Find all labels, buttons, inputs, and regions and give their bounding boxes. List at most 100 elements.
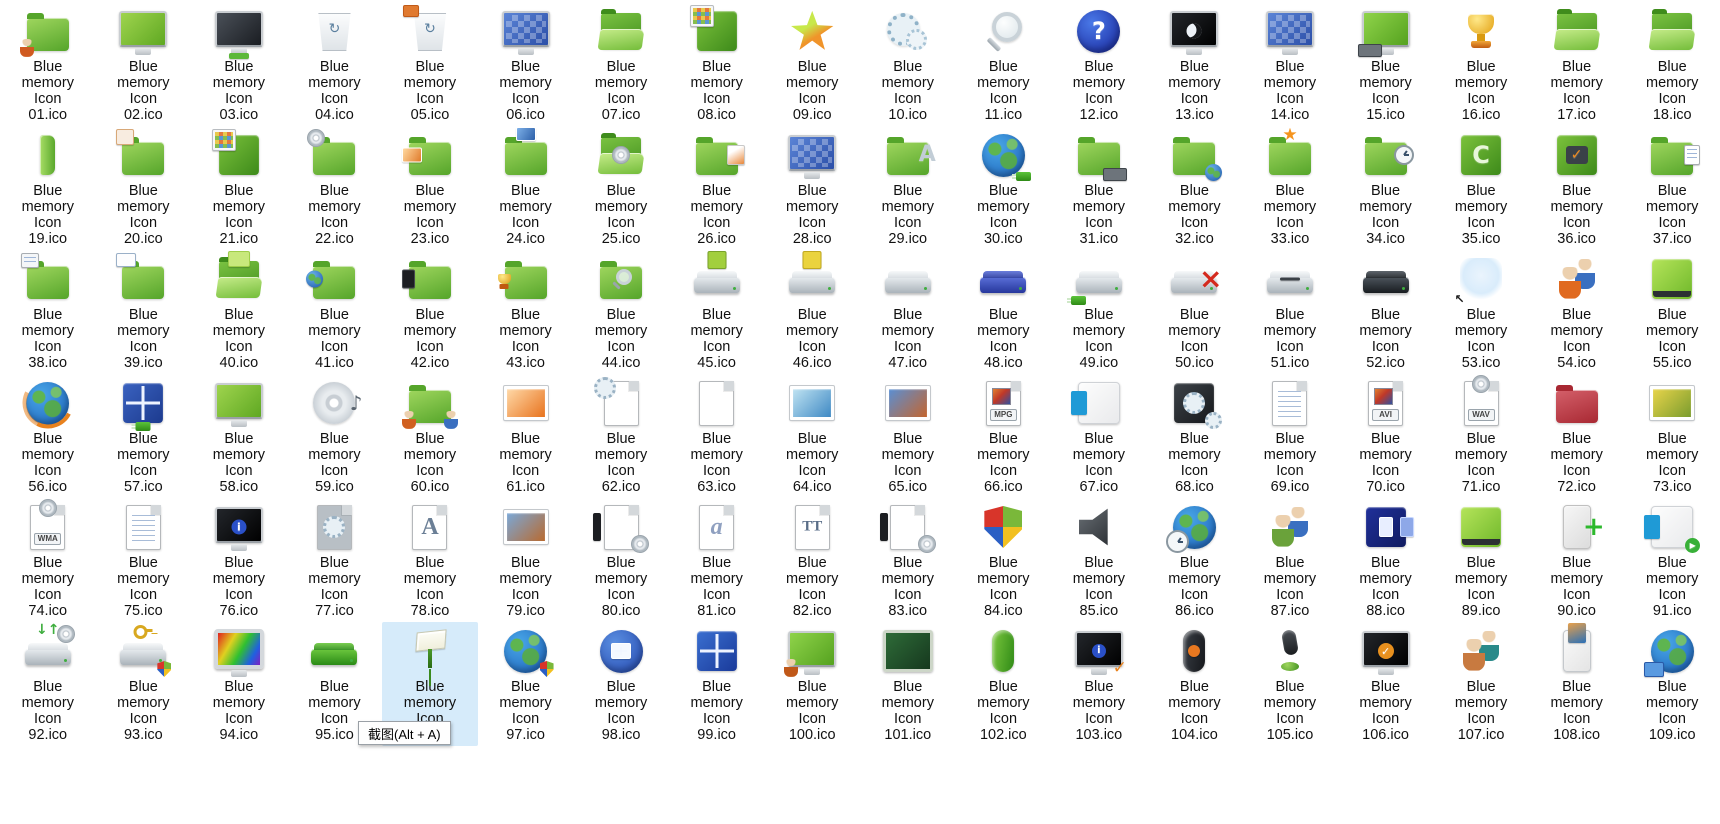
file-icon-09[interactable]: BluememoryIcon09.ico bbox=[764, 2, 860, 126]
file-icon-71[interactable]: WAVBluememoryIcon71.ico bbox=[1433, 374, 1529, 498]
file-icon-02[interactable]: BluememoryIcon02.ico bbox=[96, 2, 192, 126]
file-icon-88[interactable]: BluememoryIcon88.ico bbox=[1338, 498, 1434, 622]
file-icon-85[interactable]: BluememoryIcon85.ico bbox=[1051, 498, 1147, 622]
file-icon-60[interactable]: BluememoryIcon60.ico bbox=[382, 374, 478, 498]
file-icon-06[interactable]: BluememoryIcon06.ico bbox=[478, 2, 574, 126]
file-icon-10[interactable]: BluememoryIcon10.ico bbox=[860, 2, 956, 126]
file-icon-16[interactable]: BluememoryIcon16.ico bbox=[1433, 2, 1529, 126]
file-icon-99[interactable]: BluememoryIcon99.ico bbox=[669, 622, 765, 746]
file-icon-75[interactable]: BluememoryIcon75.ico bbox=[96, 498, 192, 622]
file-icon-62[interactable]: BluememoryIcon62.ico bbox=[573, 374, 669, 498]
file-icon-35[interactable]: CBluememoryIcon35.ico bbox=[1433, 126, 1529, 250]
file-icon-89[interactable]: BluememoryIcon89.ico bbox=[1433, 498, 1529, 622]
file-icon-04[interactable]: BluememoryIcon04.ico bbox=[287, 2, 383, 126]
file-icon-28[interactable]: BluememoryIcon28.ico bbox=[764, 126, 860, 250]
file-icon-94[interactable]: BluememoryIcon94.ico bbox=[191, 622, 287, 746]
file-icon-53[interactable]: ↖BluememoryIcon53.ico bbox=[1433, 250, 1529, 374]
file-icon-100[interactable]: BluememoryIcon100.ico bbox=[764, 622, 860, 746]
file-icon-98[interactable]: BluememoryIcon98.ico bbox=[573, 622, 669, 746]
file-icon-56[interactable]: BluememoryIcon56.ico bbox=[0, 374, 96, 498]
file-icon-21[interactable]: BluememoryIcon21.ico bbox=[191, 126, 287, 250]
file-icon-43[interactable]: BluememoryIcon43.ico bbox=[478, 250, 574, 374]
file-icon-18[interactable]: BluememoryIcon18.ico bbox=[1624, 2, 1720, 126]
file-icon-30[interactable]: BluememoryIcon30.ico bbox=[956, 126, 1052, 250]
file-icon-39[interactable]: BluememoryIcon39.ico bbox=[96, 250, 192, 374]
file-icon-44[interactable]: BluememoryIcon44.ico bbox=[573, 250, 669, 374]
file-icon-76[interactable]: iBluememoryIcon76.ico bbox=[191, 498, 287, 622]
file-icon-15[interactable]: BluememoryIcon15.ico bbox=[1338, 2, 1434, 126]
file-icon-105[interactable]: BluememoryIcon105.ico bbox=[1242, 622, 1338, 746]
file-icon-51[interactable]: BluememoryIcon51.ico bbox=[1242, 250, 1338, 374]
file-icon-41[interactable]: BluememoryIcon41.ico bbox=[287, 250, 383, 374]
file-icon-69[interactable]: BluememoryIcon69.ico bbox=[1242, 374, 1338, 498]
file-icon-11[interactable]: BluememoryIcon11.ico bbox=[956, 2, 1052, 126]
file-icon-57[interactable]: BluememoryIcon57.ico bbox=[96, 374, 192, 498]
file-icon-47[interactable]: BluememoryIcon47.ico bbox=[860, 250, 956, 374]
file-icon-64[interactable]: BluememoryIcon64.ico bbox=[764, 374, 860, 498]
file-icon-01[interactable]: BluememoryIcon01.ico bbox=[0, 2, 96, 126]
file-icon-22[interactable]: BluememoryIcon22.ico bbox=[287, 126, 383, 250]
file-icon-32[interactable]: BluememoryIcon32.ico bbox=[1147, 126, 1243, 250]
file-icon-36[interactable]: ✓BluememoryIcon36.ico bbox=[1529, 126, 1625, 250]
file-icon-72[interactable]: BluememoryIcon72.ico bbox=[1529, 374, 1625, 498]
file-icon-34[interactable]: BluememoryIcon34.ico bbox=[1338, 126, 1434, 250]
file-icon-77[interactable]: BluememoryIcon77.ico bbox=[287, 498, 383, 622]
file-icon-83[interactable]: BluememoryIcon83.ico bbox=[860, 498, 956, 622]
file-icon-91[interactable]: ▶BluememoryIcon91.ico bbox=[1624, 498, 1720, 622]
file-icon-58[interactable]: BluememoryIcon58.ico bbox=[191, 374, 287, 498]
file-icon-66[interactable]: MPGBluememoryIcon66.ico bbox=[956, 374, 1052, 498]
file-icon-26[interactable]: BluememoryIcon26.ico bbox=[669, 126, 765, 250]
file-icon-23[interactable]: BluememoryIcon23.ico bbox=[382, 126, 478, 250]
file-icon-29[interactable]: ABluememoryIcon29.ico bbox=[860, 126, 956, 250]
file-icon-38[interactable]: BluememoryIcon38.ico bbox=[0, 250, 96, 374]
file-icon-48[interactable]: BluememoryIcon48.ico bbox=[956, 250, 1052, 374]
file-icon-14[interactable]: BluememoryIcon14.ico bbox=[1242, 2, 1338, 126]
file-icon-61[interactable]: BluememoryIcon61.ico bbox=[478, 374, 574, 498]
file-icon-106[interactable]: ✓BluememoryIcon106.ico bbox=[1338, 622, 1434, 746]
file-icon-52[interactable]: BluememoryIcon52.ico bbox=[1338, 250, 1434, 374]
file-icon-05[interactable]: BluememoryIcon05.ico bbox=[382, 2, 478, 126]
file-icon-80[interactable]: BluememoryIcon80.ico bbox=[573, 498, 669, 622]
file-icon-82[interactable]: TTBluememoryIcon82.ico bbox=[764, 498, 860, 622]
file-icon-79[interactable]: BluememoryIcon79.ico bbox=[478, 498, 574, 622]
file-icon-20[interactable]: BluememoryIcon20.ico bbox=[96, 126, 192, 250]
file-icon-54[interactable]: BluememoryIcon54.ico bbox=[1529, 250, 1625, 374]
file-icon-109[interactable]: BluememoryIcon109.ico bbox=[1624, 622, 1720, 746]
file-icon-46[interactable]: BluememoryIcon46.ico bbox=[764, 250, 860, 374]
file-icon-13[interactable]: BluememoryIcon13.ico bbox=[1147, 2, 1243, 126]
file-icon-19[interactable]: BluememoryIcon19.ico bbox=[0, 126, 96, 250]
file-icon-49[interactable]: BluememoryIcon49.ico bbox=[1051, 250, 1147, 374]
file-icon-45[interactable]: BluememoryIcon45.ico bbox=[669, 250, 765, 374]
file-icon-24[interactable]: BluememoryIcon24.ico bbox=[478, 126, 574, 250]
file-icon-74[interactable]: WMABluememoryIcon74.ico bbox=[0, 498, 96, 622]
file-icon-40[interactable]: BluememoryIcon40.ico bbox=[191, 250, 287, 374]
file-icon-84[interactable]: BluememoryIcon84.ico bbox=[956, 498, 1052, 622]
file-icon-08[interactable]: BluememoryIcon08.ico bbox=[669, 2, 765, 126]
file-icon-37[interactable]: BluememoryIcon37.ico bbox=[1624, 126, 1720, 250]
file-icon-67[interactable]: BluememoryIcon67.ico bbox=[1051, 374, 1147, 498]
file-icon-25[interactable]: BluememoryIcon25.ico bbox=[573, 126, 669, 250]
file-icon-33[interactable]: ★BluememoryIcon33.ico bbox=[1242, 126, 1338, 250]
file-icon-101[interactable]: BluememoryIcon101.ico bbox=[860, 622, 956, 746]
file-icon-97[interactable]: BluememoryIcon97.ico bbox=[478, 622, 574, 746]
file-icon-55[interactable]: BluememoryIcon55.ico bbox=[1624, 250, 1720, 374]
file-icon-03[interactable]: BluememoryIcon03.ico bbox=[191, 2, 287, 126]
file-icon-107[interactable]: BluememoryIcon107.ico bbox=[1433, 622, 1529, 746]
file-icon-63[interactable]: BluememoryIcon63.ico bbox=[669, 374, 765, 498]
file-icon-12[interactable]: ?BluememoryIcon12.ico bbox=[1051, 2, 1147, 126]
file-icon-86[interactable]: BluememoryIcon86.ico bbox=[1147, 498, 1243, 622]
file-icon-90[interactable]: +BluememoryIcon90.ico bbox=[1529, 498, 1625, 622]
file-icon-70[interactable]: AVIBluememoryIcon70.ico bbox=[1338, 374, 1434, 498]
file-icon-68[interactable]: BluememoryIcon68.ico bbox=[1147, 374, 1243, 498]
file-icon-81[interactable]: aBluememoryIcon81.ico bbox=[669, 498, 765, 622]
file-icon-17[interactable]: BluememoryIcon17.ico bbox=[1529, 2, 1625, 126]
file-icon-103[interactable]: i✓BluememoryIcon103.ico bbox=[1051, 622, 1147, 746]
file-icon-108[interactable]: BluememoryIcon108.ico bbox=[1529, 622, 1625, 746]
file-icon-65[interactable]: BluememoryIcon65.ico bbox=[860, 374, 956, 498]
file-icon-42[interactable]: BluememoryIcon42.ico bbox=[382, 250, 478, 374]
file-icon-92[interactable]: ↓↑BluememoryIcon92.ico bbox=[0, 622, 96, 746]
file-icon-59[interactable]: ♪BluememoryIcon59.ico bbox=[287, 374, 383, 498]
file-icon-87[interactable]: BluememoryIcon87.ico bbox=[1242, 498, 1338, 622]
file-icon-07[interactable]: BluememoryIcon07.ico bbox=[573, 2, 669, 126]
file-icon-102[interactable]: BluememoryIcon102.ico bbox=[956, 622, 1052, 746]
